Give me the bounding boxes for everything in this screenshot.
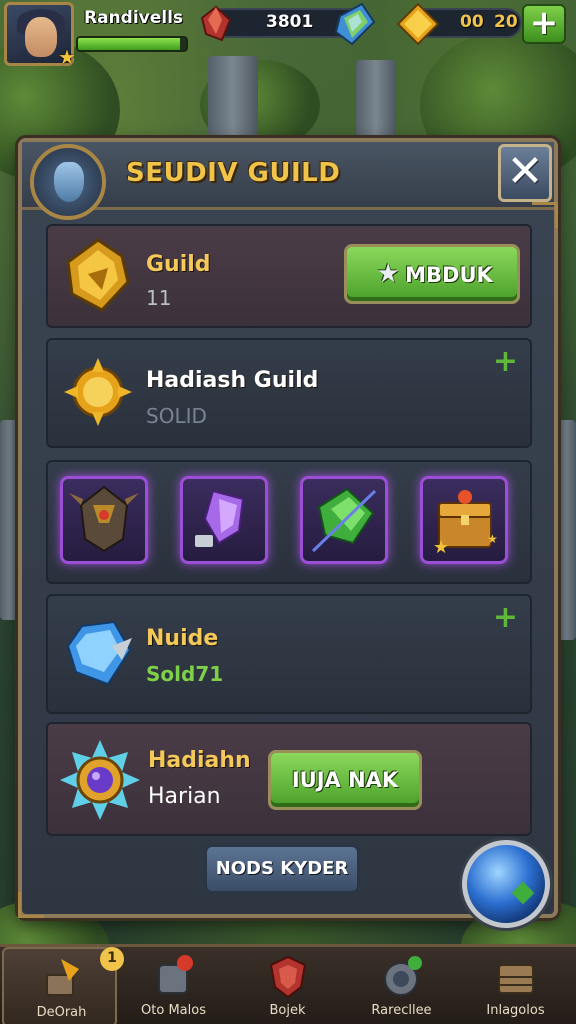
guild-action-button[interactable]: ★ MBDUK	[344, 244, 520, 304]
plus-icon[interactable]: +	[493, 600, 518, 635]
blue-gem-icon	[334, 2, 376, 46]
hadiahn-row-title: Hadiahn	[148, 748, 251, 773]
hadiash-row-title: Hadiash Guild	[146, 368, 319, 393]
bottom-action-button[interactable]: NODS KYDER	[204, 844, 360, 894]
close-icon: ✕	[506, 146, 544, 197]
treasure-chest-icon: ★ ★	[433, 490, 498, 558]
crystal-vial-icon	[195, 489, 245, 547]
nuide-row: Nuide Sold71 +	[46, 594, 532, 714]
resource-a-value: 3801	[266, 12, 314, 32]
svg-text:★: ★	[487, 532, 498, 546]
gauntlet-icon	[158, 955, 193, 994]
nav-label: Rarecllee	[371, 1003, 432, 1018]
green-gem-icon	[311, 487, 377, 553]
panel-corner-ornament	[532, 202, 558, 228]
purple-orb-medal-icon	[60, 740, 140, 820]
close-button[interactable]: ✕	[498, 144, 552, 202]
guild-row-title: Guild	[146, 252, 211, 277]
nav-item-3[interactable]: Bojek	[230, 947, 345, 1024]
nav-item-2[interactable]: Oto Malos	[116, 947, 231, 1024]
guild-action-label: MBDUK	[405, 263, 493, 287]
guild-row-count: 11	[146, 286, 172, 310]
hadiash-row-status: SOLID	[146, 404, 207, 428]
nav-label: Oto Malos	[141, 1003, 206, 1018]
resource-b-value-1: 00	[460, 12, 484, 32]
nav-item-4[interactable]: Rarecllee	[344, 947, 459, 1024]
svg-text:★: ★	[433, 537, 449, 558]
hadiash-guild-row: Hadiash Guild SOLID +	[46, 338, 532, 448]
item-slot-4[interactable]: ★ ★	[420, 476, 508, 564]
globe-orb-button[interactable]	[462, 840, 550, 928]
item-slots-row: ★ ★	[46, 460, 532, 584]
star-icon: ★	[376, 259, 400, 289]
hammer-icon	[46, 959, 79, 996]
emblem-mask-icon	[54, 162, 84, 202]
blue-crystal-icon	[66, 620, 132, 686]
plus-icon[interactable]: +	[493, 344, 518, 379]
bottom-action-label: NODS KYDER	[215, 858, 349, 879]
nav-label: DeOrah	[36, 1005, 87, 1020]
guild-panel: SEUDIV GUILD ✕ Guild 11 ★ MBDUK Hadiash G…	[18, 138, 558, 918]
avatar-face	[25, 17, 57, 57]
player-name: Randivells	[84, 8, 184, 28]
nav-label: Inlagolos	[486, 1003, 545, 1018]
nuide-row-title: Nuide	[146, 626, 219, 651]
gold-gem-icon	[396, 2, 440, 46]
item-slot-1[interactable]	[60, 476, 148, 564]
nuide-row-status: Sold71	[146, 662, 224, 686]
xp-bar	[76, 36, 188, 52]
panel-title: SEUDIV GUILD	[126, 158, 341, 188]
gold-shield-icon	[66, 238, 130, 312]
nav-item-1[interactable]: 1 DeOrah	[2, 947, 124, 1024]
bottom-navigation: 1 DeOrah Oto Malos Bojek Rarecllee Inlag…	[0, 944, 576, 1024]
red-crystal-icon	[200, 5, 232, 42]
star-icon: ★	[58, 45, 76, 69]
item-slot-3[interactable]	[300, 476, 388, 564]
helmet-icon	[69, 485, 139, 553]
stone-pillar	[556, 420, 576, 640]
item-slot-2[interactable]	[180, 476, 268, 564]
crate-icon	[498, 964, 534, 994]
add-resource-button[interactable]: +	[522, 4, 566, 44]
arrow-icon	[511, 881, 535, 905]
hadiahn-row-subtitle: Harian	[148, 784, 221, 809]
stone-pillar	[0, 420, 20, 620]
top-hud: ★ Randivells 3801 00 20 +	[0, 0, 576, 72]
hadiahn-row: Hadiahn Harian IUJA NAK	[46, 722, 532, 836]
nav-label: Bojek	[269, 1003, 306, 1018]
panel-corner-ornament	[18, 892, 44, 918]
hadiahn-action-button[interactable]: IUJA NAK	[268, 750, 422, 810]
hadiahn-action-label: IUJA NAK	[291, 768, 399, 792]
red-shield-icon	[269, 955, 307, 999]
guild-emblem	[30, 144, 106, 220]
sun-emblem-icon	[64, 358, 132, 426]
xp-bar-fill	[78, 38, 180, 50]
resource-b-value-2: 20	[494, 12, 518, 32]
plus-icon: +	[529, 3, 559, 43]
nav-item-5[interactable]: Inlagolos	[458, 947, 573, 1024]
orb-helmet-icon	[384, 956, 422, 996]
guild-row: Guild 11 ★ MBDUK	[46, 224, 532, 328]
